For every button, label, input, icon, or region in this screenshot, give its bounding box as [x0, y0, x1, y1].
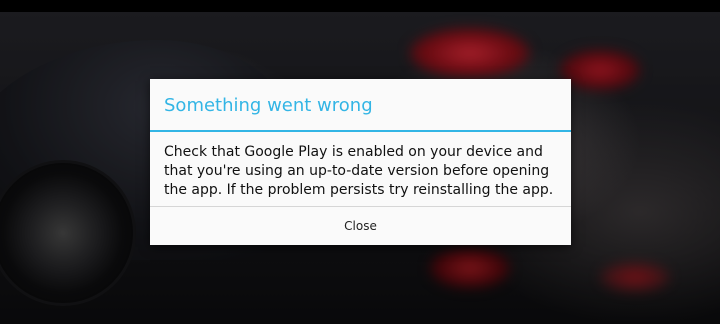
close-button[interactable]: Close [150, 207, 571, 245]
dialog-message: Check that Google Play is enabled on you… [164, 144, 554, 198]
error-dialog: Something went wrong Check that Google P… [150, 79, 571, 245]
screen: Something went wrong Check that Google P… [0, 0, 720, 324]
title-divider [150, 130, 571, 132]
dialog-title: Something went wrong [164, 95, 373, 116]
